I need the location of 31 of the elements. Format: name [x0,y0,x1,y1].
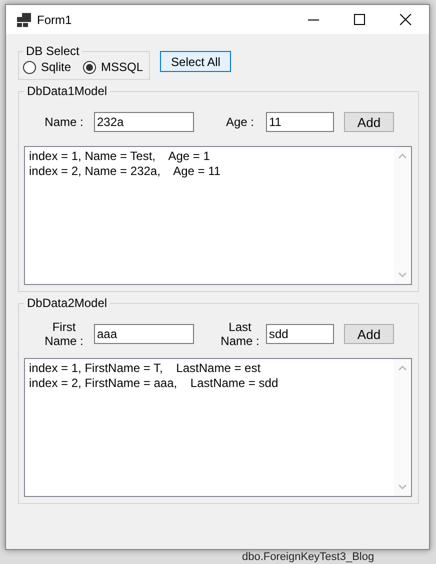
list-item[interactable]: index = 1, FirstName = T, LastName = est [29,361,390,376]
text-field[interactable]: sdd [266,324,334,344]
radio-option[interactable]: Sqlite [23,60,72,74]
group-title: DB Select [25,44,80,58]
radio-label: Sqlite [41,60,72,74]
add-button[interactable]: Add [344,112,394,132]
tree-item: dbo.ForeignKeyTest3_Blog [242,551,374,563]
field-label: Last Name : [220,320,260,348]
list-box[interactable]: index = 1, Name = Test, Age = 1 index = 2, Name = 232a, Age = 11 [24,146,412,285]
list-item[interactable]: index = 2, FirstName = aaa, LastName = sdd [29,376,390,391]
radio-button[interactable] [83,60,96,74]
add-button[interactable]: Add [344,324,394,344]
list-item[interactable]: index = 2, Name = 232a, Age = 11 [29,164,390,179]
list-item[interactable]: index = 1, Name = Test, Age = 1 [29,149,390,164]
field-label: First Name : [44,320,84,348]
radio-label: MSSQL [101,60,144,74]
group-title: DbData2Model [26,296,108,310]
radio-option[interactable]: MSSQL [83,60,144,74]
window-title: Form1 [37,12,72,26]
select-all-button[interactable]: Select All [160,51,232,72]
app-icon [17,12,31,26]
maximize-icon[interactable] [354,14,366,26]
field-label: Name : [44,115,84,129]
group-title: DbData1Model [26,84,108,98]
radio-button[interactable] [23,60,36,74]
text-field[interactable]: aaa [94,324,194,344]
text-field[interactable]: 232a [94,112,194,132]
field-label: Age : [224,115,256,129]
list-box[interactable]: index = 1, FirstName = T, LastName = est index = 2, FirstName = aaa, LastName = sdd [24,358,412,497]
text-field[interactable]: 11 [266,112,334,132]
close-icon[interactable] [400,14,412,26]
